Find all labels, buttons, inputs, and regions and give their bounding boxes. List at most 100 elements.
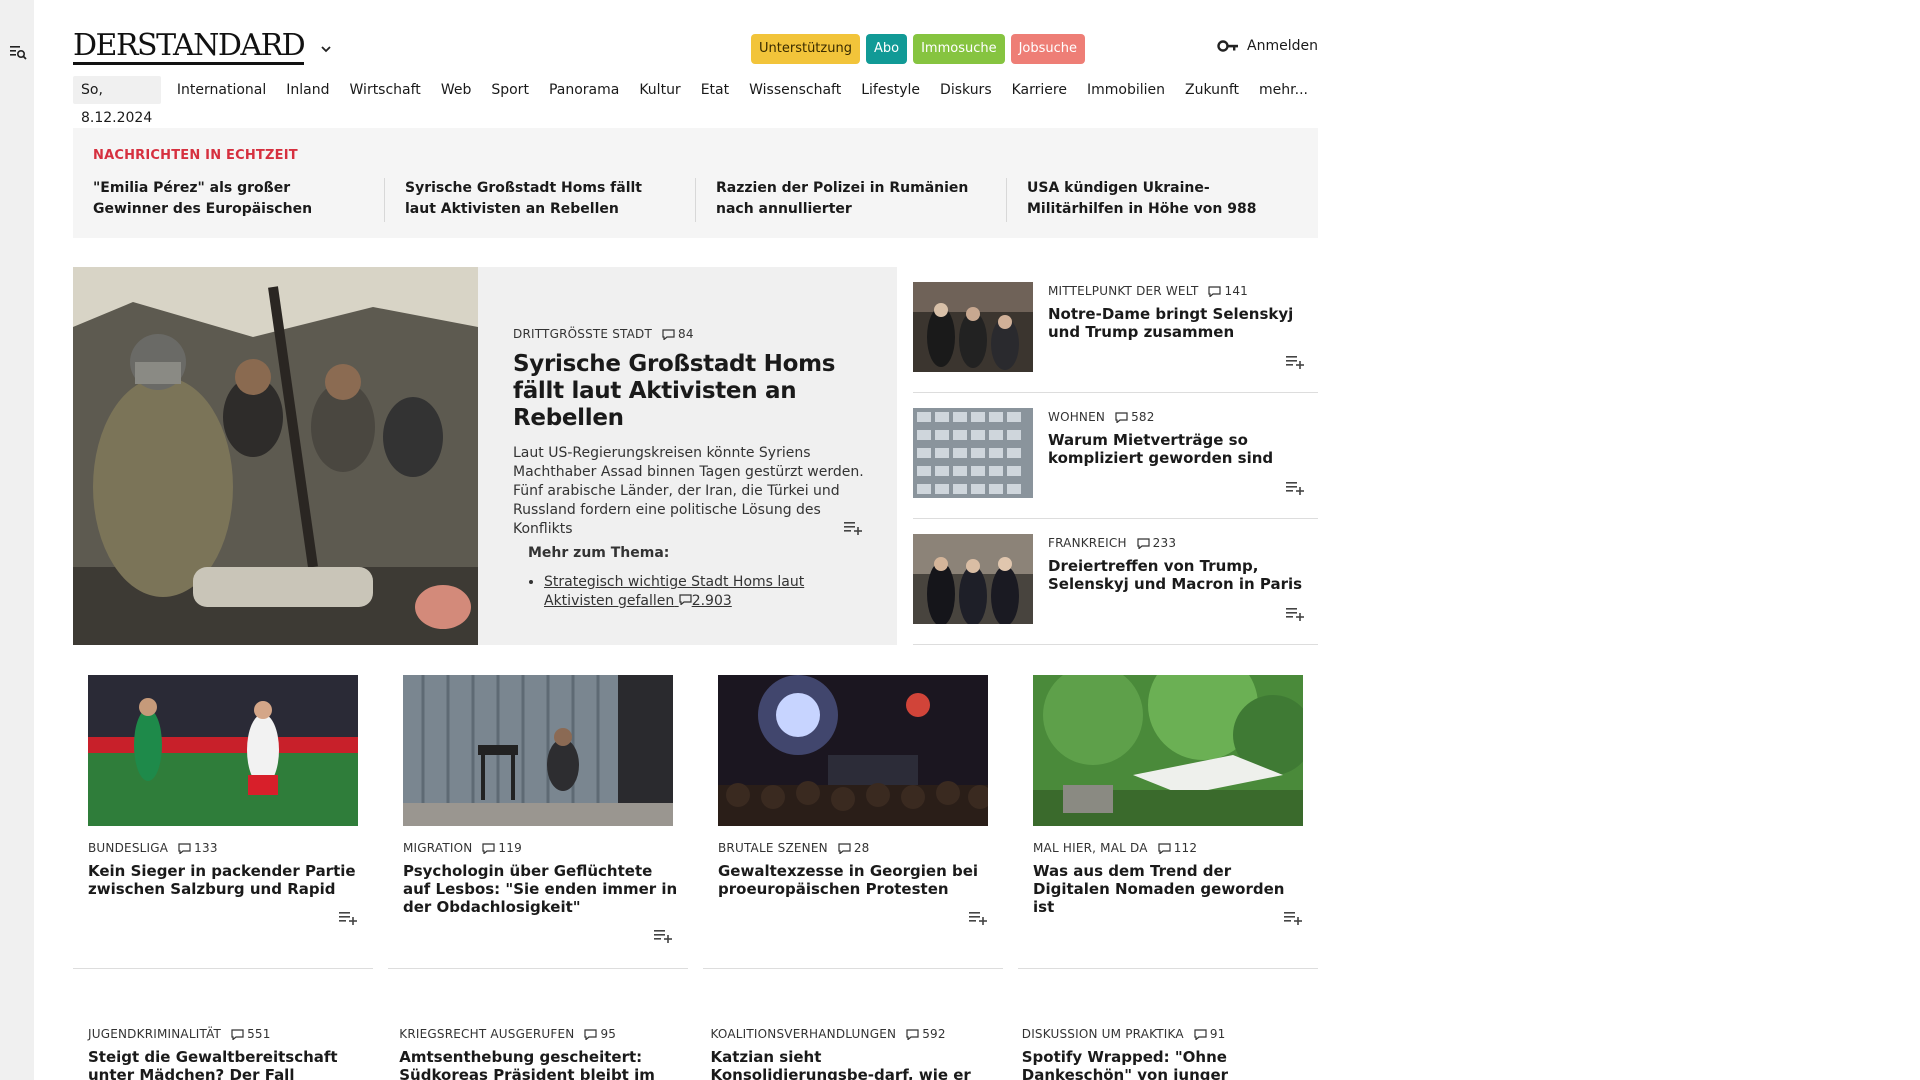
comment-count[interactable]: 28 xyxy=(838,841,870,855)
nav-item-web[interactable]: Web xyxy=(431,82,482,98)
nav-item-diskurs[interactable]: Diskurs xyxy=(930,82,1002,98)
article-title[interactable]: Warum Mietverträge so kompliziert geword… xyxy=(1048,431,1313,467)
kicker-label: BUNDESLIGA xyxy=(88,841,169,855)
article-kicker: WOHNEN 582 xyxy=(1048,410,1313,424)
nav-item-zukunft[interactable]: Zukunft xyxy=(1175,82,1249,98)
article-image[interactable] xyxy=(913,534,1033,624)
nav-item-kultur[interactable]: Kultur xyxy=(629,82,690,98)
list-item[interactable]: BUNDESLIGA 133 Kein Sieger in packender … xyxy=(73,675,373,969)
comment-count[interactable]: 582 xyxy=(1115,410,1155,424)
article-image[interactable] xyxy=(718,675,988,826)
nav-item-inland[interactable]: Inland xyxy=(276,82,339,98)
add-to-list-icon[interactable] xyxy=(653,928,673,944)
ticker-item[interactable]: Syrische Großstadt Homs fällt laut Aktiv… xyxy=(384,178,695,222)
add-to-list-icon[interactable] xyxy=(338,910,358,926)
support-button[interactable]: Unterstützung xyxy=(751,34,860,64)
nav-item-sport[interactable]: Sport xyxy=(481,82,539,98)
jobsuche-button[interactable]: Jobsuche xyxy=(1010,34,1086,64)
nav-item-panorama[interactable]: Panorama xyxy=(539,82,629,98)
list-item[interactable]: MIGRATION 119 Psychologin über Geflüchte… xyxy=(388,675,688,969)
nav-item-immobilien[interactable]: Immobilien xyxy=(1077,82,1175,98)
ticker-item[interactable]: Razzien der Polizei in Rumänien nach ann… xyxy=(695,178,1006,222)
article-title[interactable]: Notre-Dame bringt Selenskyj und Trump zu… xyxy=(1048,305,1313,341)
comment-count[interactable]: 141 xyxy=(1208,284,1248,298)
site-logo[interactable]: DERSTANDARD xyxy=(73,28,306,65)
login-label: Anmelden xyxy=(1247,38,1318,54)
add-to-list-icon[interactable] xyxy=(1285,354,1305,370)
nav-item-wirtschaft[interactable]: Wirtschaft xyxy=(340,82,431,98)
lead-title[interactable]: Syrische Großstadt Homs fällt laut Aktiv… xyxy=(513,351,873,432)
article-image[interactable] xyxy=(913,408,1033,498)
nav-item-karriere[interactable]: Karriere xyxy=(1002,82,1077,98)
lead-image[interactable] xyxy=(73,267,478,645)
lead-comment-count[interactable]: 84 xyxy=(662,327,694,341)
article-grid: BUNDESLIGA 133 Kein Sieger in packender … xyxy=(73,675,1318,969)
current-date: So, 8.12.2024 xyxy=(73,76,161,126)
list-item[interactable]: JUGENDKRIMINALITÄT 551 Steigt die Gewalt… xyxy=(73,1027,369,1080)
article-title[interactable]: Gewaltexzesse in Georgien bei proeuropäi… xyxy=(718,862,993,898)
article-title[interactable]: Katzian sieht Konsolidierungsbe-darf, wi… xyxy=(711,1048,986,1080)
article-title[interactable]: Spotify Wrapped: "Ohne Dankeschön" von j… xyxy=(1022,1048,1297,1080)
add-to-list-icon[interactable] xyxy=(968,910,988,926)
nav-item-etat[interactable]: Etat xyxy=(691,82,739,98)
article-image[interactable] xyxy=(403,675,673,826)
comment-count[interactable]: 133 xyxy=(178,841,218,855)
service-pills: Unterstützung Abo Immosuche Jobsuche xyxy=(751,34,1086,64)
lead-article[interactable]: DRITTGRÖSSTE STADT 84 Syrische Großstadt… xyxy=(73,267,897,645)
add-to-list-icon[interactable] xyxy=(1285,480,1305,496)
article-image[interactable] xyxy=(88,675,358,826)
article-text: WOHNEN 582 Warum Mietverträge so kompliz… xyxy=(1048,410,1313,467)
add-to-list-icon[interactable] xyxy=(1283,910,1303,926)
add-to-list-icon[interactable] xyxy=(1285,606,1305,622)
comment-count[interactable]: 233 xyxy=(1137,536,1177,550)
article-text: BUNDESLIGA 133 Kein Sieger in packender … xyxy=(88,841,363,898)
nav-item-lifestyle[interactable]: Lifestyle xyxy=(851,82,930,98)
related-link[interactable]: Strategisch wichtige Stadt Homs laut Akt… xyxy=(544,574,804,609)
list-item[interactable]: WOHNEN 582 Warum Mietverträge so kompliz… xyxy=(913,393,1318,519)
list-item[interactable]: MAL HIER, MAL DA 112 Was aus dem Trend d… xyxy=(1018,675,1318,969)
article-title[interactable]: Steigt die Gewaltbereitschaft unter Mädc… xyxy=(88,1048,363,1080)
article-text: MIGRATION 119 Psychologin über Geflüchte… xyxy=(403,841,678,916)
list-item[interactable]: DISKUSSION UM PRAKTIKA 91 Spotify Wrappe… xyxy=(1007,1027,1303,1080)
article-title[interactable]: Amtsenthebung gescheitert: Südkoreas Prä… xyxy=(399,1048,674,1080)
comment-count[interactable]: 551 xyxy=(231,1027,271,1041)
ticker-item[interactable]: USA kündigen Ukraine-Militärhilfen in Hö… xyxy=(1006,178,1317,222)
article-title[interactable]: Dreiertreffen von Trump, Selenskyj und M… xyxy=(1048,557,1313,593)
add-to-list-icon[interactable] xyxy=(843,520,863,536)
nav-item-wissenschaft[interactable]: Wissenschaft xyxy=(739,82,851,98)
related-heading: Mehr zum Thema: xyxy=(528,545,670,561)
comment-count[interactable]: 112 xyxy=(1158,841,1198,855)
article-title[interactable]: Was aus dem Trend der Digitalen Nomaden … xyxy=(1033,862,1308,916)
list-item[interactable]: MITTELPUNKT DER WELT 141 Notre-Dame brin… xyxy=(913,267,1318,393)
comment-number: 119 xyxy=(498,841,522,855)
list-item[interactable]: KOALITIONSVERHANDLUNGEN 592 Katzian sieh… xyxy=(696,1027,992,1080)
search-menu-icon[interactable] xyxy=(9,43,27,61)
chevron-down-icon[interactable] xyxy=(319,42,333,56)
comment-count[interactable]: 592 xyxy=(906,1027,946,1041)
list-item[interactable]: BRUTALE SZENEN 28 Gewaltexzesse in Georg… xyxy=(703,675,1003,969)
key-icon xyxy=(1217,40,1239,52)
kicker-label: BRUTALE SZENEN xyxy=(718,841,828,855)
list-item[interactable]: KRIEGSRECHT AUSGERUFEN 95 Amtsenthebung … xyxy=(384,1027,680,1080)
article-image[interactable] xyxy=(913,282,1033,372)
nav-item-more[interactable]: mehr... xyxy=(1249,82,1318,98)
abo-button[interactable]: Abo xyxy=(865,34,908,64)
nav-item-international[interactable]: International xyxy=(167,82,276,98)
live-ticker: NACHRICHTEN IN ECHTZEIT "Emilia Pérez" a… xyxy=(73,128,1318,238)
kicker-label: MITTELPUNKT DER WELT xyxy=(1048,284,1199,298)
ticker-item[interactable]: "Emilia Pérez" als großer Gewinner des E… xyxy=(93,178,384,222)
list-item[interactable]: FRANKREICH 233 Dreiertreffen von Trump, … xyxy=(913,519,1318,645)
article-image[interactable] xyxy=(1033,675,1303,826)
kicker-label: MAL HIER, MAL DA xyxy=(1033,841,1148,855)
comment-count[interactable]: 95 xyxy=(584,1027,616,1041)
comment-icon xyxy=(1137,537,1150,549)
comment-icon xyxy=(1158,842,1171,854)
article-text: MAL HIER, MAL DA 112 Was aus dem Trend d… xyxy=(1033,841,1308,916)
immosuche-button[interactable]: Immosuche xyxy=(913,34,1005,64)
article-title[interactable]: Kein Sieger in packender Partie zwischen… xyxy=(88,862,363,898)
login-button[interactable]: Anmelden xyxy=(1217,38,1318,54)
comment-count[interactable]: 119 xyxy=(482,841,522,855)
article-title[interactable]: Psychologin über Geflüchtete auf Lesbos:… xyxy=(403,862,678,916)
article-kicker: DISKUSSION UM PRAKTIKA 91 xyxy=(1022,1027,1303,1041)
comment-count[interactable]: 91 xyxy=(1194,1027,1226,1041)
